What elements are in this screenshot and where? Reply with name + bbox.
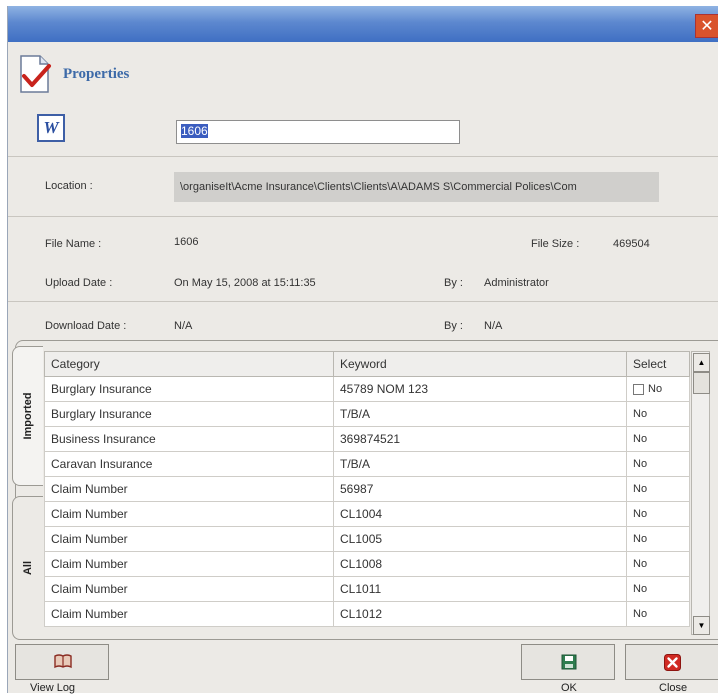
document-name-field[interactable]: 1606 — [176, 120, 460, 144]
view-log-label: View Log — [30, 682, 76, 694]
category-cell: Burglary Insurance — [44, 376, 334, 402]
select-value: No — [648, 383, 663, 395]
category-cell: Claim Number — [44, 601, 334, 627]
file-size-label: File Size : — [531, 238, 580, 250]
properties-checkmark-icon — [20, 55, 51, 93]
keyword-cell: 56987 — [333, 476, 627, 502]
table-row[interactable]: Claim Number CL1005 No — [44, 526, 690, 552]
location-label: Location : — [45, 180, 93, 192]
file-name-label: File Name : — [45, 238, 102, 250]
download-date-label: Download Date : — [45, 320, 127, 332]
properties-dialog: ✕ Properties W 1606 Location : \organise… — [7, 6, 718, 694]
close-button[interactable] — [625, 644, 718, 680]
table-row[interactable]: Claim Number CL1012 No — [44, 601, 690, 627]
column-header-category[interactable]: Category — [44, 351, 334, 377]
keyword-cell: CL1011 — [333, 576, 627, 602]
table-header-row: Category Keyword Select — [44, 351, 690, 377]
word-document-icon: W — [37, 114, 65, 142]
select-cell[interactable]: No — [626, 551, 690, 577]
select-cell[interactable]: No — [626, 601, 690, 627]
tab-imported-label: Imported — [22, 392, 34, 440]
table-row[interactable]: Claim Number CL1011 No — [44, 576, 690, 602]
select-cell[interactable]: No — [626, 476, 690, 502]
category-cell: Claim Number — [44, 576, 334, 602]
document-name-value: 1606 — [181, 124, 208, 138]
select-cell[interactable]: No — [626, 526, 690, 552]
upload-by-label: By : — [444, 277, 463, 289]
select-cell[interactable]: No — [626, 376, 690, 402]
title-bar[interactable]: ✕ — [8, 6, 718, 42]
column-header-keyword[interactable]: Keyword — [333, 351, 627, 377]
table-row[interactable]: Claim Number 56987 No — [44, 476, 690, 502]
category-cell: Claim Number — [44, 526, 334, 552]
upload-date-value: On May 15, 2008 at 15:11:35 — [174, 277, 316, 289]
category-cell: Burglary Insurance — [44, 401, 334, 427]
keyword-cell: CL1008 — [333, 551, 627, 577]
select-checkbox[interactable] — [633, 383, 644, 395]
scroll-down-button[interactable]: ▼ — [693, 616, 710, 635]
save-disk-icon — [561, 654, 577, 670]
file-name-value: 1606 — [174, 236, 199, 248]
keyword-cell: T/B/A — [333, 401, 627, 427]
category-cell: Claim Number — [44, 551, 334, 577]
category-cell: Claim Number — [44, 476, 334, 502]
dialog-title: Properties — [63, 66, 130, 82]
keyword-cell: T/B/A — [333, 451, 627, 477]
location-value: \organiseIt\Acme Insurance\Clients\Clien… — [174, 172, 659, 202]
ok-button[interactable] — [521, 644, 615, 680]
tab-all[interactable]: All — [12, 496, 43, 640]
category-cell: Business Insurance — [44, 426, 334, 452]
column-header-select[interactable]: Select — [626, 351, 690, 377]
table-row[interactable]: Caravan Insurance T/B/A No — [44, 451, 690, 477]
table-row[interactable]: Business Insurance 369874521 No — [44, 426, 690, 452]
window-close-button[interactable]: ✕ — [695, 14, 718, 38]
category-cell: Claim Number — [44, 501, 334, 527]
separator — [8, 216, 718, 217]
keyword-cell: CL1012 — [333, 601, 627, 627]
select-cell[interactable]: No — [626, 501, 690, 527]
close-label: Close — [659, 682, 688, 694]
table-row[interactable]: Claim Number CL1004 No — [44, 501, 690, 527]
book-icon — [54, 654, 72, 669]
table-row[interactable]: Burglary Insurance T/B/A No — [44, 401, 690, 427]
scroll-thumb[interactable] — [693, 372, 710, 394]
view-log-button[interactable] — [15, 644, 109, 680]
category-cell: Caravan Insurance — [44, 451, 334, 477]
download-date-value: N/A — [174, 320, 193, 332]
keywords-table: Category Keyword Select Burglary Insuran… — [44, 351, 690, 627]
keyword-cell: 45789 NOM 123 — [333, 376, 627, 402]
table-row[interactable]: Claim Number CL1008 No — [44, 551, 690, 577]
tab-all-label: All — [22, 560, 34, 576]
keyword-cell: CL1004 — [333, 501, 627, 527]
select-cell[interactable]: No — [626, 576, 690, 602]
download-by-label: By : — [444, 320, 463, 332]
ok-label: OK — [561, 682, 577, 694]
select-cell[interactable]: No — [626, 426, 690, 452]
select-cell[interactable]: No — [626, 451, 690, 477]
tab-imported[interactable]: Imported — [12, 346, 43, 486]
file-size-value: 469504 — [613, 238, 650, 250]
keyword-cell: CL1005 — [333, 526, 627, 552]
separator — [8, 301, 718, 302]
upload-date-label: Upload Date : — [45, 277, 113, 289]
close-icon — [664, 654, 681, 671]
table-row[interactable]: Burglary Insurance 45789 NOM 123 No — [44, 376, 690, 402]
select-cell[interactable]: No — [626, 401, 690, 427]
download-by-value: N/A — [484, 320, 503, 332]
upload-by-value: Administrator — [484, 277, 549, 289]
scroll-up-button[interactable]: ▲ — [693, 353, 710, 372]
separator — [8, 156, 718, 157]
table-scrollbar[interactable]: ▲ ▼ — [691, 351, 710, 635]
keyword-cell: 369874521 — [333, 426, 627, 452]
